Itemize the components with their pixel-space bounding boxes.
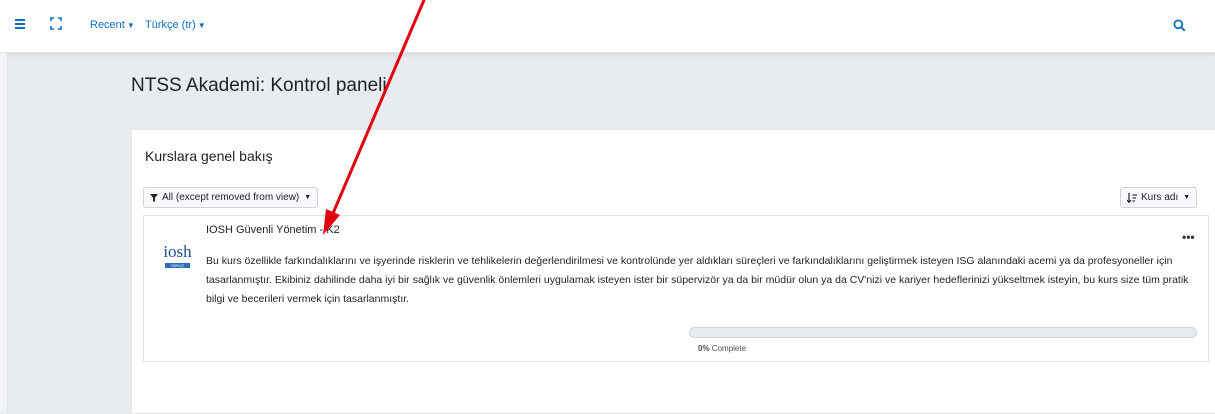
hamburger-icon[interactable] <box>15 19 25 31</box>
sort-dropdown-button[interactable]: Kurs adı ▼ <box>1120 187 1198 208</box>
course-summary: Bu kurs özellikle farkındalıklarını ve i… <box>206 255 1189 305</box>
sidebar-strip <box>0 53 8 412</box>
search-icon[interactable] <box>1173 19 1186 32</box>
course-overview-block: Kurslara genel bakış All (except removed… <box>131 129 1215 414</box>
sort-icon <box>1127 192 1137 203</box>
filter-icon <box>150 193 158 202</box>
course-list-item: iosh TÜRKÇE IOSH Güvenli Yönetim - K2 ••… <box>143 215 1209 362</box>
course-progress-bar <box>689 327 1197 338</box>
filter-dropdown-button[interactable]: All (except removed from view) ▼ <box>143 187 319 208</box>
progress-percent: 0% <box>698 344 710 353</box>
course-logo-badge: TÜRKÇE <box>171 264 184 268</box>
filter-label: All (except removed from view) <box>162 192 300 203</box>
fullscreen-icon[interactable] <box>50 17 62 30</box>
course-logo-text: iosh <box>163 242 192 261</box>
caret-down-icon: ▼ <box>197 21 206 30</box>
page-title: NTSS Akademi: Kontrol paneli <box>131 75 387 96</box>
course-name-link[interactable]: IOSH Güvenli Yönetim - K2 <box>206 224 340 236</box>
top-navbar: Recent ▼ Türkçe (tr) ▼ <box>0 0 1215 53</box>
course-logo[interactable]: iosh TÜRKÇE <box>159 234 196 278</box>
language-menu[interactable]: Türkçe (tr) ▼ <box>145 19 206 31</box>
course-progress-label: 0% Complete <box>698 344 746 353</box>
progress-suffix: Complete <box>711 344 747 353</box>
block-title: Kurslara genel bakış <box>145 148 273 164</box>
sort-label: Kurs adı <box>1141 192 1179 203</box>
recent-menu[interactable]: Recent ▼ <box>90 19 135 31</box>
caret-down-icon: ▼ <box>304 194 312 201</box>
recent-menu-label: Recent <box>90 19 125 31</box>
caret-down-icon: ▼ <box>1183 194 1191 201</box>
caret-down-icon: ▼ <box>126 21 135 30</box>
course-actions-menu[interactable]: ••• <box>1182 230 1195 244</box>
language-menu-label: Türkçe (tr) <box>145 19 196 31</box>
